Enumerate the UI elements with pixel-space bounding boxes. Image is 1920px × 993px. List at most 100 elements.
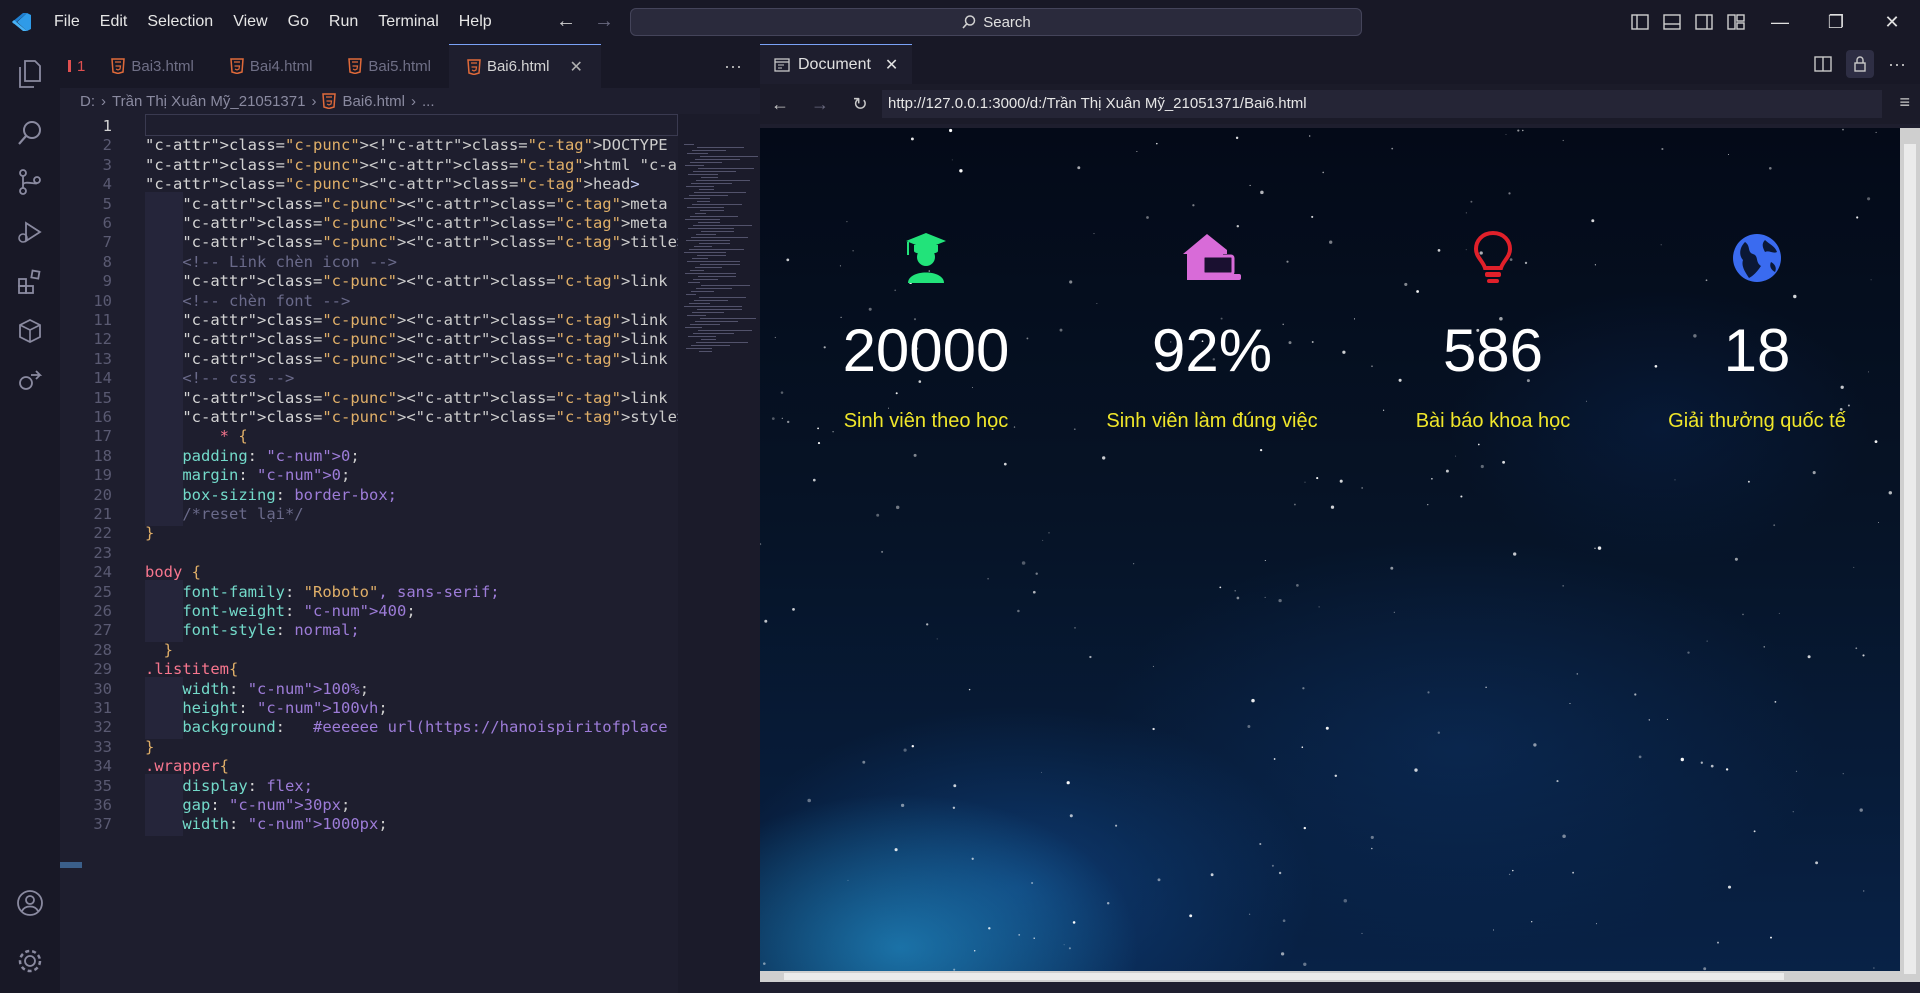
star (1234, 589, 1236, 592)
menu-item-view[interactable]: View (223, 0, 277, 44)
breadcrumb-folder[interactable]: Trần Thị Xuân Mỹ_21051371 (112, 93, 305, 110)
search-icon[interactable] (12, 115, 48, 151)
star (1003, 462, 1007, 466)
star (1717, 941, 1719, 944)
stat-label: Bài báo khoa học (1415, 410, 1571, 432)
menu-item-go[interactable]: Go (278, 0, 319, 44)
star (1414, 768, 1418, 772)
remote-explorer-icon[interactable] (12, 313, 48, 349)
tab-bai5[interactable]: Bai5.html (330, 44, 449, 88)
star (1278, 871, 1282, 875)
vertical-scrollbar[interactable] (1900, 128, 1920, 982)
star (1236, 596, 1240, 600)
tab-bai6[interactable]: Bai6.html ✕ (448, 44, 601, 88)
star (1513, 552, 1517, 556)
minimap-line (687, 153, 708, 154)
tab-problems-indicator[interactable]: 1 (60, 44, 93, 88)
command-search-box[interactable]: Search (630, 8, 1362, 36)
stat-item: 92% Sinh viên làm đúng việc (1082, 228, 1342, 434)
menu-item-edit[interactable]: Edit (90, 0, 138, 44)
star (1361, 932, 1363, 934)
star (1431, 478, 1433, 480)
more-actions-icon[interactable]: ··· (1888, 54, 1906, 75)
star (1661, 147, 1664, 151)
forward-arrow-icon[interactable]: → (594, 9, 614, 33)
minimap-line (684, 144, 694, 145)
browser-forward-icon[interactable]: → (800, 84, 840, 124)
customize-layout-icon[interactable] (1720, 0, 1752, 44)
restore-icon[interactable]: ❐ (1808, 0, 1864, 44)
minimap-line (691, 291, 714, 292)
breadcrumb-file[interactable]: Bai6.html (342, 93, 405, 110)
star (1033, 937, 1035, 939)
explorer-icon[interactable] (12, 56, 48, 92)
star (1069, 280, 1073, 284)
minimize-icon[interactable]: — (1752, 0, 1808, 44)
star (911, 744, 915, 748)
toggle-secondary-sidebar-icon[interactable] (1688, 0, 1720, 44)
menu-item-terminal[interactable]: Terminal (368, 0, 448, 44)
star (1089, 655, 1092, 659)
account-icon[interactable] (12, 885, 48, 921)
star (913, 453, 917, 457)
toggle-panel-icon[interactable] (1656, 0, 1688, 44)
run-debug-icon[interactable] (12, 214, 48, 250)
tab-bai4[interactable]: Bai4.html (212, 44, 331, 88)
star (1210, 873, 1214, 877)
close-window-icon[interactable]: ✕ (1864, 0, 1920, 44)
minimap-line (694, 300, 728, 301)
minimap-line (690, 270, 704, 271)
star (1069, 814, 1073, 818)
star (1465, 212, 1467, 214)
close-tab-icon[interactable]: ✕ (569, 57, 582, 77)
scrollbar-thumb[interactable] (784, 973, 1784, 980)
more-actions-icon[interactable]: ··· (706, 44, 760, 88)
breadcrumb-symbol[interactable]: ... (422, 93, 435, 110)
star (1322, 171, 1324, 174)
star (1343, 898, 1348, 903)
star (1687, 651, 1690, 654)
star (846, 220, 848, 223)
star (1455, 455, 1457, 457)
url-input[interactable]: http://127.0.0.1:3000/d:/Trần Thị Xuân M… (882, 90, 1882, 118)
menu-item-file[interactable]: File (44, 0, 90, 44)
code-line[interactable]: 37 width: "c-num">1000px; (60, 812, 678, 837)
star (1853, 566, 1855, 568)
source-control-icon[interactable] (12, 164, 48, 200)
live-share-icon[interactable] (12, 362, 48, 398)
menu-item-selection[interactable]: Selection (137, 0, 223, 44)
star (1273, 758, 1276, 760)
minimap[interactable] (678, 114, 760, 993)
star (1706, 640, 1708, 642)
reload-icon[interactable]: ↻ (840, 84, 880, 124)
minimap-line (697, 147, 744, 148)
toggle-primary-sidebar-icon[interactable] (1624, 0, 1656, 44)
minimap-line (692, 258, 708, 259)
star (1742, 613, 1744, 616)
hamburger-menu-icon[interactable]: ≡ (1899, 92, 1910, 113)
horizontal-scrollbar[interactable] (760, 971, 1900, 982)
tab-bai3[interactable]: Bai3.html (93, 44, 212, 88)
settings-gear-icon[interactable] (12, 943, 48, 979)
star (1508, 192, 1511, 195)
scrollbar-thumb[interactable] (1904, 144, 1916, 974)
close-tab-icon[interactable]: ✕ (885, 55, 898, 75)
minimap-line (700, 318, 756, 319)
extensions-icon[interactable] (12, 264, 48, 300)
star (1502, 460, 1506, 464)
browser-back-icon[interactable]: ← (760, 84, 800, 124)
code-editor[interactable]: 1 2 "c-attr">class="c-punc"><!"c-attr">cla… (60, 114, 678, 993)
tab-document-preview[interactable]: Document ✕ (760, 44, 913, 84)
menu-item-run[interactable]: Run (319, 0, 368, 44)
menu-item-help[interactable]: Help (449, 0, 502, 44)
breadcrumb-drive[interactable]: D: (80, 93, 95, 110)
star (1031, 881, 1034, 885)
split-editor-icon[interactable] (1814, 56, 1832, 72)
menu-bar: File Edit Selection View Go Run Terminal Help (44, 0, 502, 44)
back-arrow-icon[interactable]: ← (556, 9, 576, 33)
minimap-line (684, 198, 710, 199)
minimap-line (692, 312, 724, 313)
editor-tabs: 1 Bai3.html Bai4.html Bai5.html Bai6.htm… (60, 44, 760, 88)
stat-label: Sinh viên theo học (843, 410, 1009, 432)
lock-icon[interactable] (1846, 50, 1875, 78)
